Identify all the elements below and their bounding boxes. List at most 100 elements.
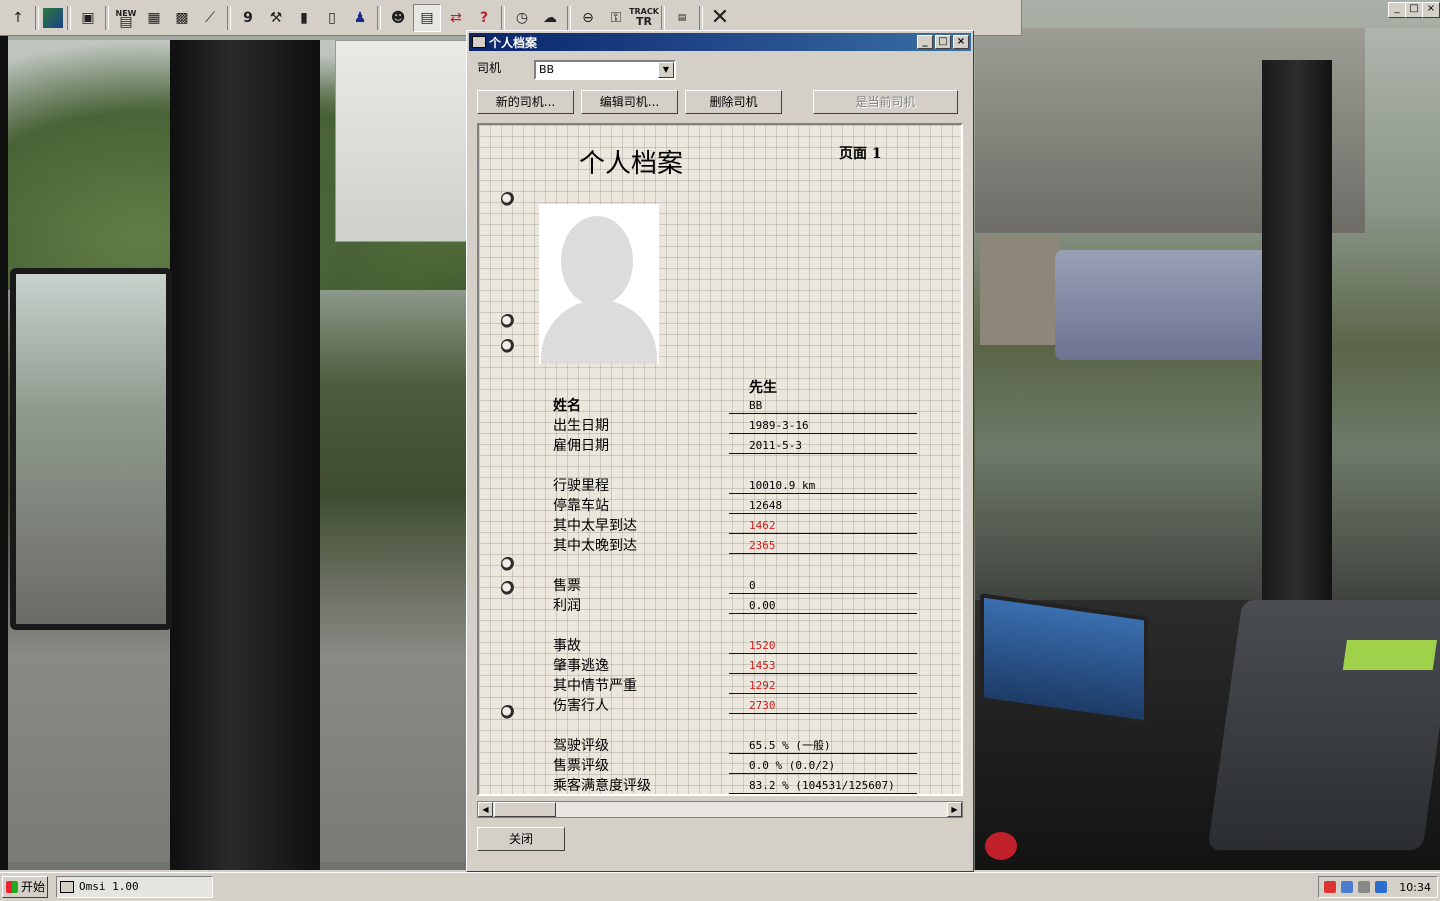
timetable-icon[interactable]: ▤ — [413, 3, 441, 32]
minimize-window-icon[interactable]: _ — [1388, 2, 1406, 18]
ticket-machine — [1207, 600, 1440, 850]
profile-row: 其中情节严重 1292 — [553, 676, 923, 696]
binder-hole-icon — [501, 339, 515, 353]
profile-row-value: 10010.9 km — [729, 479, 917, 494]
camera-icon[interactable]: ⊖ — [575, 5, 601, 31]
maximize-icon[interactable]: □ — [935, 35, 951, 49]
profile-sheet: 个人档案 页面 1 先生 姓名 BB 出生日期 1989-3-16 雇佣日期 2011-5… — [477, 123, 963, 796]
edit-driver-button[interactable]: 编辑司机... — [581, 90, 678, 114]
toolbar-separator — [105, 5, 109, 30]
chevron-down-icon[interactable]: ▼ — [658, 62, 674, 78]
toolbar-separator — [67, 5, 71, 30]
qq-icon[interactable] — [1324, 881, 1336, 893]
driver-icon[interactable]: ☻ — [385, 5, 411, 31]
route-number-icon[interactable]: 9 — [235, 5, 261, 31]
track-label-bottom: TR — [636, 15, 652, 28]
bus-front-icon[interactable]: ▦ — [141, 5, 167, 31]
profile-row-label: 肇事逃逸 — [553, 658, 609, 674]
close-icon[interactable]: ✕ — [707, 5, 733, 31]
new-icon[interactable]: NEW ▤ — [113, 5, 139, 31]
bus-side-icon[interactable]: ▩ — [169, 5, 195, 31]
binder-hole-icon — [501, 192, 515, 206]
toolbar-separator — [377, 5, 381, 30]
map-icon[interactable] — [43, 7, 63, 28]
profile-row-value: 0 — [729, 579, 917, 594]
scroll-left-icon[interactable]: ◀ — [478, 802, 493, 817]
taskbar: 开始 Omsi 1.00 10:34 — [0, 872, 1440, 901]
taskbar-item-omsi[interactable]: Omsi 1.00 — [56, 876, 213, 898]
profile-row-value: 2730 — [729, 699, 917, 714]
profile-row-value: 1462 — [729, 519, 917, 534]
binder-hole-icon — [501, 314, 515, 328]
toolbar-separator — [567, 5, 571, 30]
binder-hole-icon — [501, 581, 515, 595]
left-a-pillar — [170, 40, 320, 870]
toolbar-separator — [501, 5, 505, 30]
time-icon[interactable]: ▤ — [669, 5, 695, 31]
profile-row: 停靠车站 12648 — [553, 496, 923, 516]
profile-row: 乘客满意度评级 83.2 % (104531/125607) — [553, 776, 923, 794]
system-tray: 10:34 — [1318, 876, 1438, 898]
profile-row: 行驶里程 10010.9 km — [553, 476, 923, 496]
toolbar-separator — [227, 5, 231, 30]
set-current-driver-button[interactable]: 是当前司机 — [813, 90, 958, 114]
weather-icon[interactable]: ☁ — [537, 5, 563, 31]
page-number: 页面 1 — [839, 146, 882, 162]
person-icon[interactable]: ♟ — [347, 5, 373, 31]
profile-row-label: 停靠车站 — [553, 498, 609, 514]
profile-heading: 个人档案 — [579, 149, 684, 179]
maximize-window-icon[interactable]: □ — [1405, 2, 1423, 18]
volume-icon[interactable] — [1358, 881, 1370, 893]
profile-row-label: 利润 — [553, 598, 581, 614]
profile-row-label: 驾驶评级 — [553, 738, 609, 754]
close-button[interactable]: 关闭 — [477, 827, 565, 851]
app-icon — [472, 36, 486, 48]
profile-row-value: 0.0 % (0.0/2) — [729, 759, 917, 774]
close-window-icon[interactable]: × — [1422, 2, 1440, 18]
door-icon[interactable]: ▯ — [319, 5, 345, 31]
swap-icon[interactable]: ⇄ — [443, 5, 469, 31]
driver-label: 司机 — [477, 61, 502, 75]
profile-row-value: 2011-5-3 — [729, 439, 917, 454]
ai-icon[interactable]: ⚿ — [603, 5, 629, 31]
dialog-titlebar[interactable]: 个人档案 _ □ × — [469, 33, 971, 51]
start-label: 开始 — [21, 880, 46, 894]
profile-row-value: 1989-3-16 — [729, 419, 917, 434]
profile-row: 利润 0.00 — [553, 596, 923, 616]
wrench-icon[interactable]: ⚒ — [263, 5, 289, 31]
security-icon[interactable] — [1375, 881, 1387, 893]
avatar-head — [561, 216, 633, 306]
track-icon[interactable]: TRACK TR — [629, 5, 659, 31]
profile-row-label: 姓名 — [553, 398, 581, 414]
profile-row-value: 2365 — [729, 539, 917, 554]
horizontal-scrollbar[interactable]: ◀ ▶ — [477, 801, 963, 818]
profile-row: 售票评级 0.0 % (0.0/2) — [553, 756, 923, 776]
salutation: 先生 — [749, 380, 777, 396]
ticket-machine-lcd — [1342, 640, 1437, 670]
clock-icon[interactable]: ◷ — [509, 5, 535, 31]
delete-driver-button[interactable]: 删除司机 — [685, 90, 782, 114]
profile-row-value: 0.00 — [729, 599, 917, 614]
save-icon[interactable]: ▣ — [75, 5, 101, 31]
close-dialog-icon[interactable]: × — [953, 35, 969, 49]
start-button[interactable]: 开始 — [2, 876, 48, 898]
bus-icon[interactable]: ▮ — [291, 5, 317, 31]
building-scenery — [980, 235, 1060, 345]
driver-profile-dialog: 个人档案 _ □ × 司机 BB ▼ 新的司机... 编辑司机... 删除司机 … — [466, 30, 974, 872]
driver-select[interactable]: BB ▼ — [534, 60, 676, 80]
profile-row-label: 售票 — [553, 578, 581, 594]
profile-row: 肇事逃逸 1453 — [553, 656, 923, 676]
up-arrow-icon[interactable]: ↑ — [5, 5, 31, 31]
driver-select-value: BB — [539, 63, 555, 76]
dialog-title: 个人档案 — [489, 35, 538, 50]
scroll-right-icon[interactable]: ▶ — [947, 802, 962, 817]
tools-icon[interactable]: ⟋ — [197, 5, 223, 31]
new-driver-button[interactable]: 新的司机... — [477, 90, 574, 114]
scrollbar-thumb[interactable] — [494, 802, 556, 817]
help-icon[interactable]: ? — [471, 5, 497, 31]
minimize-icon[interactable]: _ — [917, 35, 933, 49]
network-icon[interactable] — [1341, 881, 1353, 893]
binder-hole-icon — [501, 705, 515, 719]
profile-row: 出生日期 1989-3-16 — [553, 416, 923, 436]
left-frame — [0, 0, 8, 870]
